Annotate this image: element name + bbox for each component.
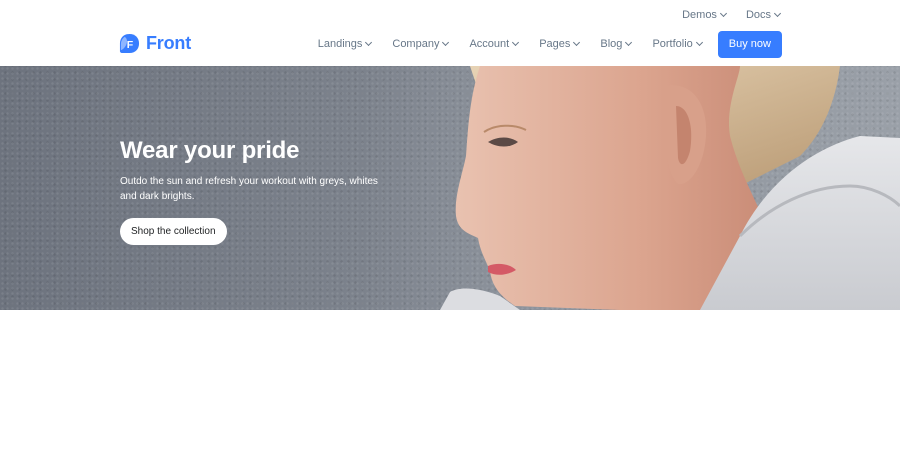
- chevron-down-icon: [512, 38, 520, 47]
- nav-account-label: Account: [469, 38, 510, 50]
- buy-now-button[interactable]: Buy now: [717, 30, 782, 58]
- hero-title: Wear your pride: [120, 137, 300, 164]
- topbar-docs-label: Docs: [745, 9, 771, 21]
- topbar-docs-dropdown[interactable]: Docs: [745, 9, 782, 21]
- nav-company-label: Company: [392, 38, 440, 50]
- nav-landings-label: Landings: [317, 38, 363, 50]
- hero-portrait-image: [440, 66, 900, 310]
- nav-landings[interactable]: Landings: [317, 38, 373, 50]
- chevron-down-icon: [365, 38, 373, 47]
- nav-company[interactable]: Company: [392, 38, 450, 50]
- logo[interactable]: F Front: [119, 33, 191, 54]
- topbar-demos-label: Demos: [682, 9, 717, 21]
- logo-mark-icon: F: [119, 33, 140, 54]
- topbar-demos-dropdown[interactable]: Demos: [682, 9, 727, 21]
- nav-portfolio[interactable]: Portfolio: [652, 38, 703, 50]
- logo-mark-letter: F: [127, 39, 134, 51]
- nav-pages[interactable]: Pages: [539, 38, 581, 50]
- nav-portfolio-label: Portfolio: [652, 38, 693, 50]
- hero-content: Wear your pride Outdo the sun and refres…: [120, 137, 380, 245]
- chevron-down-icon: [773, 9, 782, 18]
- chevron-down-icon: [625, 38, 633, 47]
- nav-account[interactable]: Account: [469, 38, 520, 50]
- hero-subtitle: Outdo the sun and refresh your workout w…: [120, 176, 378, 202]
- chevron-down-icon: [442, 38, 450, 47]
- chevron-down-icon: [719, 9, 727, 18]
- topbar: Demos Docs: [0, 0, 900, 30]
- hero-banner: Wear your pride Outdo the sun and refres…: [0, 66, 900, 310]
- main-header: F Front Landings Company Account Pages B…: [0, 30, 900, 66]
- chevron-down-icon: [695, 38, 703, 47]
- logo-text: Front: [146, 33, 191, 53]
- main-nav: Landings Company Account Pages Blog Port…: [297, 30, 782, 58]
- topbar-links: Demos Docs: [682, 9, 782, 21]
- chevron-down-icon: [573, 38, 581, 47]
- shop-collection-button[interactable]: Shop the collection: [120, 218, 227, 245]
- nav-blog[interactable]: Blog: [600, 38, 633, 50]
- nav-pages-label: Pages: [539, 38, 571, 50]
- nav-blog-label: Blog: [600, 38, 623, 50]
